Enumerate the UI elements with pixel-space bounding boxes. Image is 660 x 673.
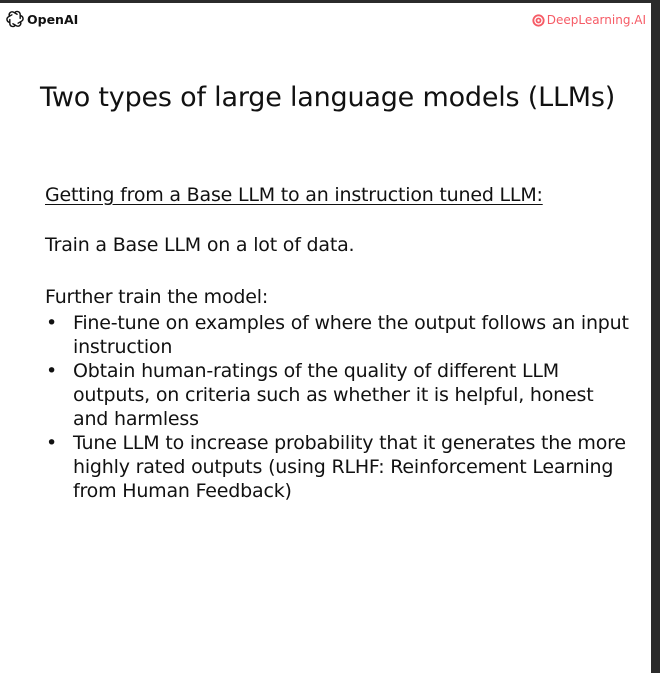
openai-logo-text: OpenAI: [27, 11, 79, 27]
bullet-text: Obtain human-ratings of the quality of d…: [73, 360, 594, 430]
slide: OpenAI DeepLearning.AI Two types of larg…: [0, 3, 651, 673]
bullet-text: Tune LLM to increase probability that it…: [73, 432, 626, 502]
bullet-item: • Fine-tune on examples of where the out…: [45, 311, 630, 359]
bullet-dot-icon: •: [46, 360, 58, 382]
slide-title: Two types of large language models (LLMs…: [40, 82, 616, 113]
deeplearning-ai-logo: DeepLearning.AI: [532, 13, 646, 27]
slide-subtitle: Getting from a Base LLM to an instructio…: [45, 184, 543, 206]
bullet-text: Fine-tune on examples of where the outpu…: [73, 312, 629, 358]
paragraph-further-train: Further train the model:: [45, 286, 269, 308]
deeplearning-ai-logo-icon: [532, 13, 545, 27]
bullet-list: • Fine-tune on examples of where the out…: [45, 311, 630, 503]
deeplearning-ai-logo-text: DeepLearning.AI: [546, 13, 646, 27]
openai-logo-icon: [6, 10, 24, 28]
openai-logo: OpenAI: [6, 10, 78, 28]
bullet-dot-icon: •: [46, 432, 58, 454]
bullet-item: • Obtain human-ratings of the quality of…: [45, 359, 630, 431]
paragraph-train-base: Train a Base LLM on a lot of data.: [45, 234, 355, 256]
bullet-item: • Tune LLM to increase probability that …: [45, 431, 630, 503]
bullet-dot-icon: •: [46, 312, 58, 334]
